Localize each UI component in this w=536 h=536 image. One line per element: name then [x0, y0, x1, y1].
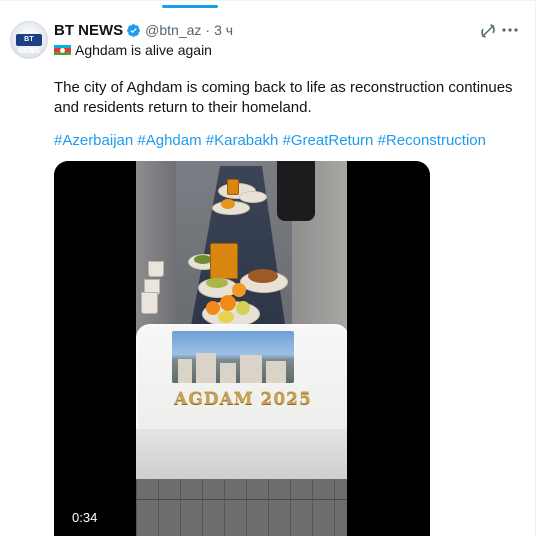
- cake-inscription: AGDAM 2025: [174, 389, 312, 409]
- author-name[interactable]: BT NEWS: [54, 22, 123, 39]
- video-frame: AGDAM 2025: [136, 161, 347, 536]
- separator-dot: ·: [205, 22, 211, 38]
- verified-badge-icon: [127, 23, 141, 37]
- post-title: Aghdam is alive again: [75, 42, 212, 58]
- azerbaijan-flag-icon: [54, 44, 71, 56]
- grok-icon[interactable]: [479, 22, 497, 40]
- post-body: The city of Aghdam is coming back to lif…: [54, 79, 513, 116]
- author-handle[interactable]: @btn_az: [145, 22, 201, 38]
- video-duration-badge: 0:34: [67, 508, 103, 527]
- video-player[interactable]: AGDAM 2025 0:34: [54, 161, 430, 536]
- top-divider: [0, 0, 536, 1]
- hashtag-link[interactable]: #Aghdam: [137, 132, 201, 149]
- post-header: BT NEWS @btn_az · 3 ч: [54, 20, 233, 40]
- paved-floor: [136, 479, 347, 536]
- person-figure: [277, 161, 315, 221]
- hashtag-link[interactable]: #Karabakh: [206, 132, 279, 149]
- hashtag-link[interactable]: #Reconstruction: [378, 132, 486, 149]
- post-time[interactable]: 3 ч: [214, 22, 233, 38]
- hashtag-link[interactable]: #GreatReturn: [283, 132, 374, 149]
- cake-photo-print: [172, 331, 294, 383]
- active-tab-indicator: [162, 5, 218, 8]
- avatar-logo: BT NEWS: [16, 34, 42, 55]
- post-title-line: Aghdam is alive again: [54, 42, 212, 58]
- more-options-icon[interactable]: [502, 27, 518, 33]
- hashtag-link[interactable]: #Azerbaijan: [54, 132, 133, 149]
- avatar[interactable]: BT NEWS: [10, 21, 48, 59]
- hashtag-list: #Azerbaijan #Aghdam #Karabakh #GreatRetu…: [54, 131, 486, 151]
